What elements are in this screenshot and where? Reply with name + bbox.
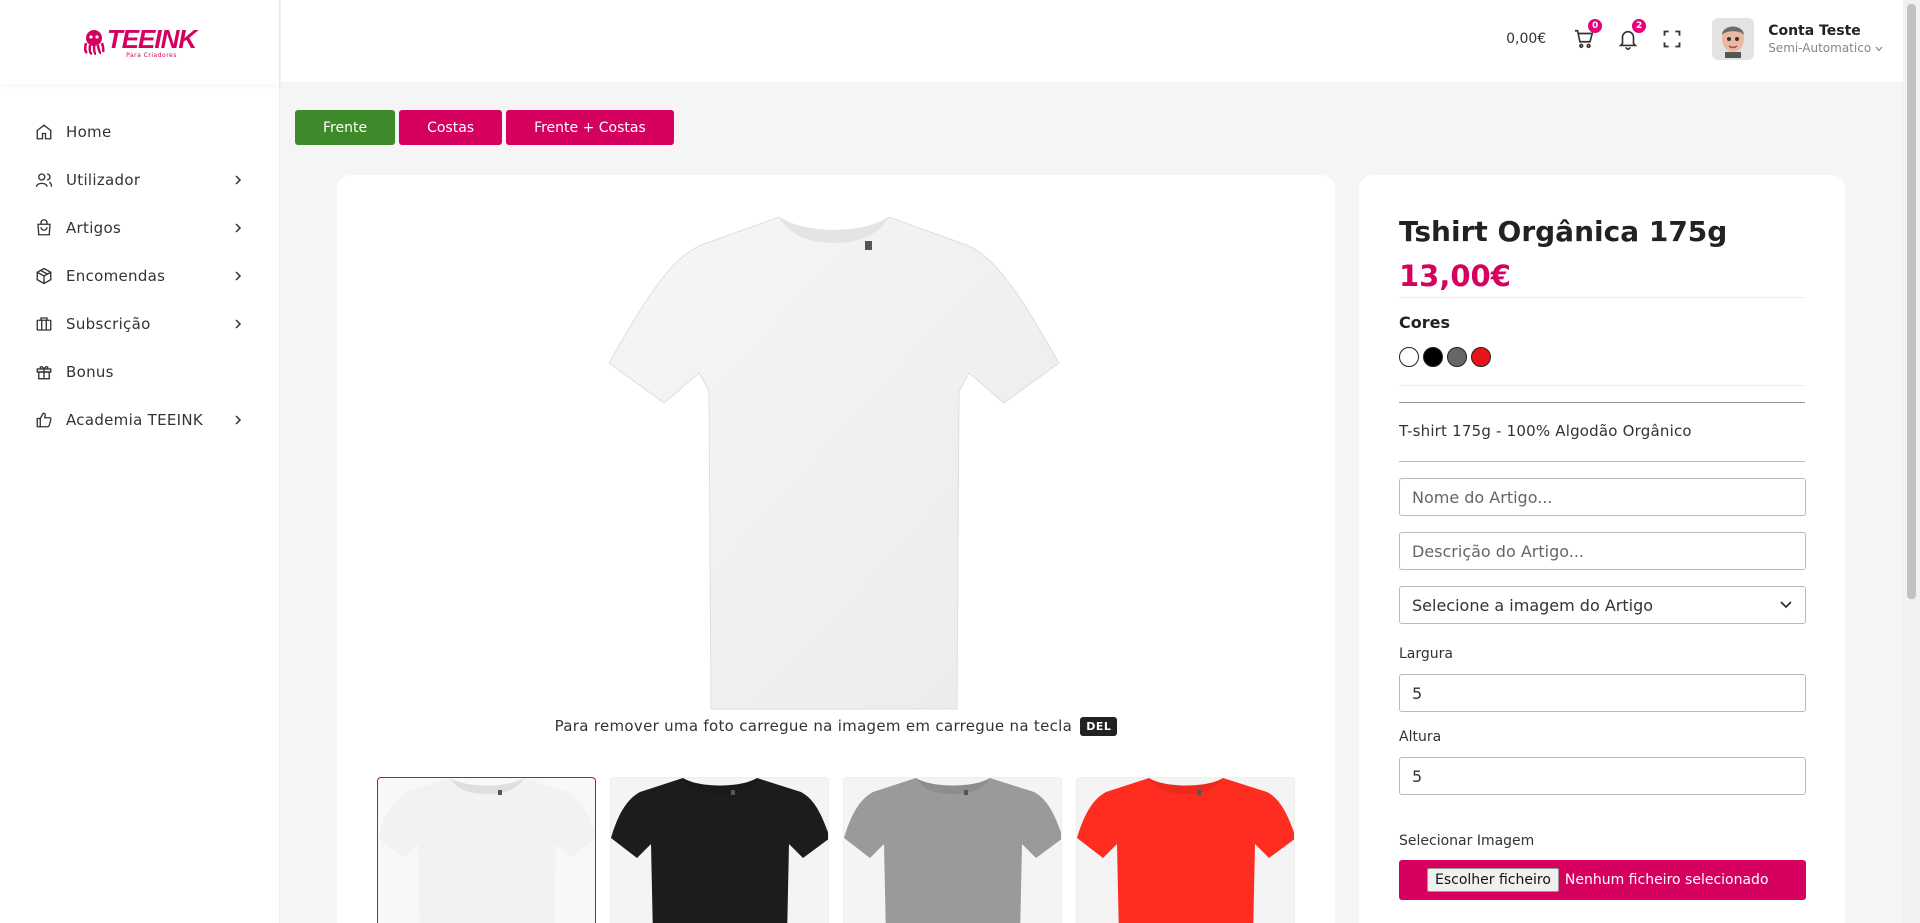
preview-card: Para remover uma foto carregue na imagem… <box>337 175 1335 923</box>
front-back-view-button[interactable]: Frente + Costas <box>506 110 674 145</box>
notifications-button[interactable]: 2 <box>1614 19 1647 53</box>
sidebar-item-utilizador[interactable]: Utilizador <box>0 156 279 204</box>
chevron-right-icon <box>231 269 245 283</box>
product-price: 13,00€ <box>1399 259 1511 293</box>
logo-area: TEEINK Para Criadores <box>0 0 279 84</box>
tshirt-thumbnail[interactable] <box>377 777 596 923</box>
file-status: Nenhum ficheiro selecionado <box>1564 872 1769 888</box>
logo[interactable]: TEEINK Para Criadores <box>83 23 197 59</box>
product-title: Tshirt Orgânica 175g <box>1399 215 1728 248</box>
height-label: Altura <box>1399 729 1442 745</box>
top-header: 0,00€ 0 2 Conta Teste Semi-Automatico <box>281 0 1903 82</box>
article-name-input[interactable] <box>1399 478 1806 516</box>
tshirt-thumbnail[interactable] <box>1076 777 1295 923</box>
chevron-down-icon <box>1875 46 1883 52</box>
del-key-badge: DEL <box>1080 717 1118 736</box>
logo-text: TEEINK <box>106 23 197 54</box>
color-swatch-black[interactable] <box>1423 347 1443 367</box>
sidebar-item-label: Academia TEEINK <box>66 411 204 429</box>
sidebar-item-bonus[interactable]: Bonus <box>0 348 279 396</box>
front-view-button[interactable]: Frente <box>295 110 396 145</box>
sidebar: TEEINK Para Criadores Home Utilizador Ar… <box>0 0 280 923</box>
scrollbar-thumb[interactable] <box>1907 4 1916 599</box>
color-swatch-red[interactable] <box>1471 347 1491 367</box>
sidebar-item-label: Bonus <box>66 363 114 381</box>
sidebar-item-label: Utilizador <box>66 171 141 189</box>
header-actions: 0,00€ 0 2 Conta Teste Semi-Automatico <box>1506 18 1883 60</box>
chevron-right-icon <box>231 221 245 235</box>
file-upload: Escolher ficheiro Nenhum ficheiro seleci… <box>1399 860 1806 900</box>
tshirt-thumbnail-image <box>1077 778 1294 923</box>
tshirt-thumbnail[interactable] <box>610 777 829 923</box>
octopus-logo-icon <box>83 30 105 55</box>
shopping-bag-icon <box>34 218 54 238</box>
sidebar-item-home[interactable]: Home <box>0 108 279 156</box>
divider <box>1399 385 1805 386</box>
cart-button[interactable]: 0 <box>1570 19 1603 53</box>
fullscreen-button[interactable] <box>1658 25 1686 53</box>
tshirt-preview-image[interactable] <box>599 213 1069 713</box>
chevron-down-icon <box>1780 601 1792 609</box>
sidebar-item-label: Subscrição <box>66 315 151 333</box>
gift-icon <box>34 362 54 382</box>
user-name: Conta Teste <box>1768 23 1861 39</box>
chevron-right-icon <box>231 317 245 331</box>
thumbnail-list <box>377 777 1295 923</box>
product-description: T-shirt 175g - 100% Algodão Orgânico <box>1399 422 1692 440</box>
select-image-label: Selecionar Imagem <box>1399 833 1535 849</box>
sidebar-item-encomendas[interactable]: Encomendas <box>0 252 279 300</box>
balance-amount: 0,00€ <box>1506 31 1547 47</box>
width-label: Largura <box>1399 646 1453 662</box>
sidebar-item-artigos[interactable]: Artigos <box>0 204 279 252</box>
sidebar-item-label: Encomendas <box>66 267 166 285</box>
choose-file-button[interactable]: Escolher ficheiro <box>1427 868 1559 892</box>
thumbs-up-icon <box>34 410 54 430</box>
chevron-right-icon <box>231 173 245 187</box>
divider <box>1399 297 1805 298</box>
height-input[interactable] <box>1399 757 1806 795</box>
home-icon <box>34 122 54 142</box>
users-icon <box>34 170 54 190</box>
back-view-button[interactable]: Costas <box>399 110 503 145</box>
fullscreen-icon <box>1663 30 1681 48</box>
tshirt-thumbnail-image <box>378 778 595 923</box>
sidebar-item-subscricao[interactable]: Subscrição <box>0 300 279 348</box>
color-swatch-grey[interactable] <box>1447 347 1467 367</box>
user-avatar-icon <box>1722 26 1745 58</box>
colors-label: Cores <box>1399 313 1450 332</box>
package-icon <box>34 266 54 286</box>
notification-count-badge: 2 <box>1632 19 1647 33</box>
view-tabs: Frente Costas Frente + Costas <box>295 110 674 145</box>
sidebar-item-label: Home <box>66 123 112 141</box>
avatar[interactable] <box>1712 18 1755 60</box>
briefcase-icon <box>34 314 54 334</box>
chevron-right-icon <box>231 413 245 427</box>
article-description-input[interactable] <box>1399 532 1806 570</box>
color-swatch-white[interactable] <box>1399 347 1419 367</box>
cart-count-badge: 0 <box>1588 19 1603 33</box>
tshirt-thumbnail-image <box>611 778 828 923</box>
sidebar-nav: Home Utilizador Artigos Encomendas Subsc… <box>0 108 279 444</box>
product-card: Tshirt Orgânica 175g 13,00€ Cores T-shir… <box>1359 175 1845 923</box>
sidebar-item-label: Artigos <box>66 219 122 237</box>
user-menu[interactable]: Conta Teste Semi-Automatico <box>1768 23 1883 55</box>
width-input[interactable] <box>1399 674 1806 712</box>
page-scrollbar[interactable] <box>1903 0 1920 923</box>
user-role: Semi-Automatico <box>1768 41 1883 55</box>
tshirt-thumbnail[interactable] <box>843 777 1062 923</box>
divider <box>1399 402 1805 403</box>
divider <box>1399 461 1805 462</box>
sidebar-item-academia[interactable]: Academia TEEINK <box>0 396 279 444</box>
remove-photo-hint: Para remover uma foto carregue na imagem… <box>337 717 1335 736</box>
color-swatches <box>1399 347 1491 367</box>
tshirt-thumbnail-image <box>844 778 1061 923</box>
article-image-select[interactable]: Selecione a imagem do Artigo <box>1399 586 1806 624</box>
